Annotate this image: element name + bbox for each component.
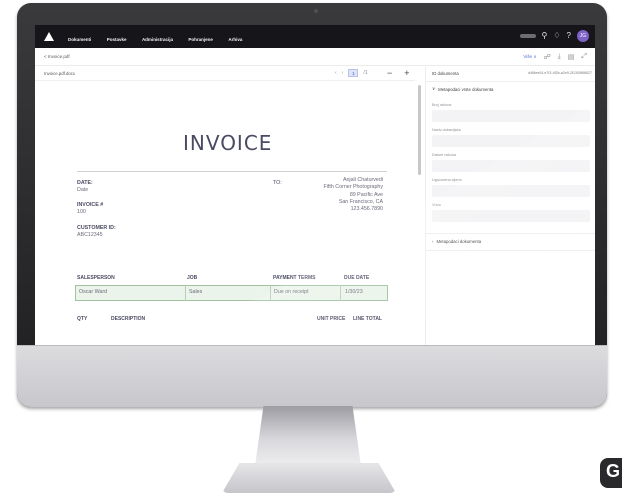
- top-nav-bar: Dokumenti Postavke Administracija Pohran…: [35, 25, 595, 48]
- zoom-controls: − +: [387, 68, 410, 78]
- metadata-panel: ID dokumenta d4f8ee04-e7f3-4f2b-a2e9-2f1…: [425, 67, 595, 345]
- monitor-scene: G Dokumenti Postavke Administracija Pohr…: [0, 0, 622, 494]
- due-date-cell: 1/30/23: [345, 289, 363, 295]
- webcam: [314, 9, 318, 13]
- zoom-in-icon[interactable]: +: [404, 68, 409, 78]
- expand-icon[interactable]: ⤢: [581, 53, 587, 61]
- section-label: Metapodaci dokumenta: [436, 239, 482, 244]
- price-field[interactable]: [432, 185, 590, 197]
- panel-divider: [426, 233, 595, 234]
- chevron-down-icon: ∨: [432, 86, 436, 91]
- share-icon[interactable]: ☍: [544, 53, 551, 61]
- job-header: JOB: [187, 275, 198, 281]
- line-total-header: LINE TOTAL: [353, 316, 382, 322]
- avatar[interactable]: JG: [577, 30, 589, 42]
- nav-item-settings[interactable]: Postavke: [107, 37, 127, 42]
- monitor-chin: [17, 345, 607, 407]
- supplier-field[interactable]: [432, 135, 590, 147]
- table-row-highlighted: [75, 285, 388, 301]
- apps-logo-icon[interactable]: [44, 32, 54, 41]
- page-number-input[interactable]: 1: [348, 69, 359, 77]
- chevron-right-icon[interactable]: ›: [342, 70, 344, 76]
- back-link[interactable]: < Invoice.pdf: [44, 54, 70, 59]
- date-label: DATE:: [77, 180, 93, 186]
- recipient-street: 89 Pacific Ave: [349, 191, 383, 198]
- invoice-number-field[interactable]: [432, 110, 590, 122]
- main-nav: Dokumenti Postavke Administracija Pohran…: [68, 28, 253, 46]
- description-header: DESCRIPTION: [111, 316, 146, 322]
- field-label-type: Vrsta: [432, 203, 441, 207]
- search-field[interactable]: [519, 34, 536, 38]
- recipient-phone: 123.456.7890: [350, 206, 383, 213]
- cell-divider: [185, 285, 186, 301]
- document-subbar: < Invoice.pdf Više ∨ ☍ ⤓ ▤ ⤢: [35, 48, 595, 66]
- salesperson-cell: Oscar Ward: [79, 289, 108, 295]
- viewer-scrollbar[interactable]: [418, 85, 421, 175]
- print-icon[interactable]: ▤: [568, 53, 575, 61]
- recipient-address: Anjali Chaturvedi Fifth Corner Photograp…: [283, 177, 383, 213]
- date-value: Date: [77, 187, 89, 193]
- nav-item-archive[interactable]: Arhiva: [228, 37, 242, 42]
- screen: Dokumenti Postavke Administracija Pohran…: [35, 25, 595, 345]
- invoice-date-field[interactable]: [432, 160, 590, 172]
- monitor-stand-neck: [255, 406, 361, 466]
- help-icon[interactable]: ?: [567, 31, 571, 41]
- invoice-number-value: 100: [77, 209, 86, 215]
- panel-divider: [426, 250, 595, 251]
- download-icon[interactable]: ⤓: [558, 53, 561, 61]
- panel-divider: [426, 81, 595, 82]
- type-field[interactable]: [432, 210, 590, 222]
- bell-icon[interactable]: ♢: [553, 31, 560, 41]
- pager: ‹ › 1 /1: [335, 69, 368, 77]
- chevron-left-icon[interactable]: ‹: [335, 70, 337, 76]
- monitor-stand-base: [222, 463, 396, 493]
- field-label-invoice-number: Broj računa: [432, 103, 452, 107]
- recipient-company: Fifth Corner Photography: [323, 184, 383, 191]
- top-right-controls: ⚲ ♢ ? JG: [519, 30, 589, 42]
- salesperson-header: SALESPERSON: [77, 275, 115, 281]
- to-label: TO:: [273, 180, 282, 186]
- cell-divider: [270, 285, 271, 301]
- field-label-invoice-date: Datum računa: [432, 153, 456, 157]
- document-id: d4f8ee04-e7f3-4f2b-a2e9-2f1305f68627: [528, 71, 592, 75]
- recipient-city: San Francisco, CA: [338, 198, 383, 205]
- nav-item-saved[interactable]: Pohranjene: [188, 37, 213, 42]
- panel-header: ID dokumenta d4f8ee04-e7f3-4f2b-a2e9-2f1…: [432, 71, 592, 76]
- page-total: /1: [363, 70, 368, 76]
- field-label-supplier: Naziv dobavljača: [432, 128, 461, 132]
- document-actions: Više ∨ ☍ ⤓ ▤ ⤢: [523, 53, 587, 61]
- customer-id-label: CUSTOMER ID:: [77, 225, 116, 231]
- section-label: Metapodaci vrste dokumenta: [438, 86, 494, 92]
- app-badge-icon: G: [600, 458, 622, 488]
- cell-divider: [340, 285, 341, 301]
- panel-title: ID dokumenta: [432, 71, 459, 76]
- invoice-title: INVOICE: [183, 131, 273, 155]
- due-date-header: DUE DATE: [344, 275, 370, 281]
- field-label-price: Ugovorena cijena: [432, 178, 462, 182]
- more-button[interactable]: Više ∨: [523, 54, 536, 60]
- qty-header: QTY: [77, 316, 88, 322]
- nav-item-documents[interactable]: Dokumenti: [68, 37, 91, 42]
- search-icon[interactable]: ⚲: [542, 31, 548, 41]
- section-toggle-document-metadata[interactable]: › Metapodaci dokumenta: [432, 239, 481, 244]
- invoice-number-label: INVOICE #: [77, 202, 104, 208]
- viewer-toolbar: Invoice.pdf.docx ‹ › 1 /1 − +: [35, 67, 415, 81]
- payment-terms-header: PAYMENT TERMS: [273, 275, 316, 281]
- chevron-right-icon: ›: [432, 239, 434, 244]
- zoom-out-icon[interactable]: −: [387, 68, 392, 78]
- customer-id-value: ABC12345: [77, 232, 103, 238]
- nav-item-administration[interactable]: Administracija: [142, 37, 173, 42]
- title-divider: [77, 171, 387, 172]
- payment-terms-cell: Due on receipt: [274, 289, 309, 295]
- section-toggle-type-metadata[interactable]: ∨ Metapodaci vrste dokumenta: [432, 86, 493, 92]
- unit-price-header: UNIT PRICE: [317, 316, 346, 322]
- document-name: Invoice.pdf.docx: [44, 71, 76, 76]
- job-cell: Sales: [189, 289, 203, 295]
- recipient-name: Anjali Chaturvedi: [342, 177, 383, 183]
